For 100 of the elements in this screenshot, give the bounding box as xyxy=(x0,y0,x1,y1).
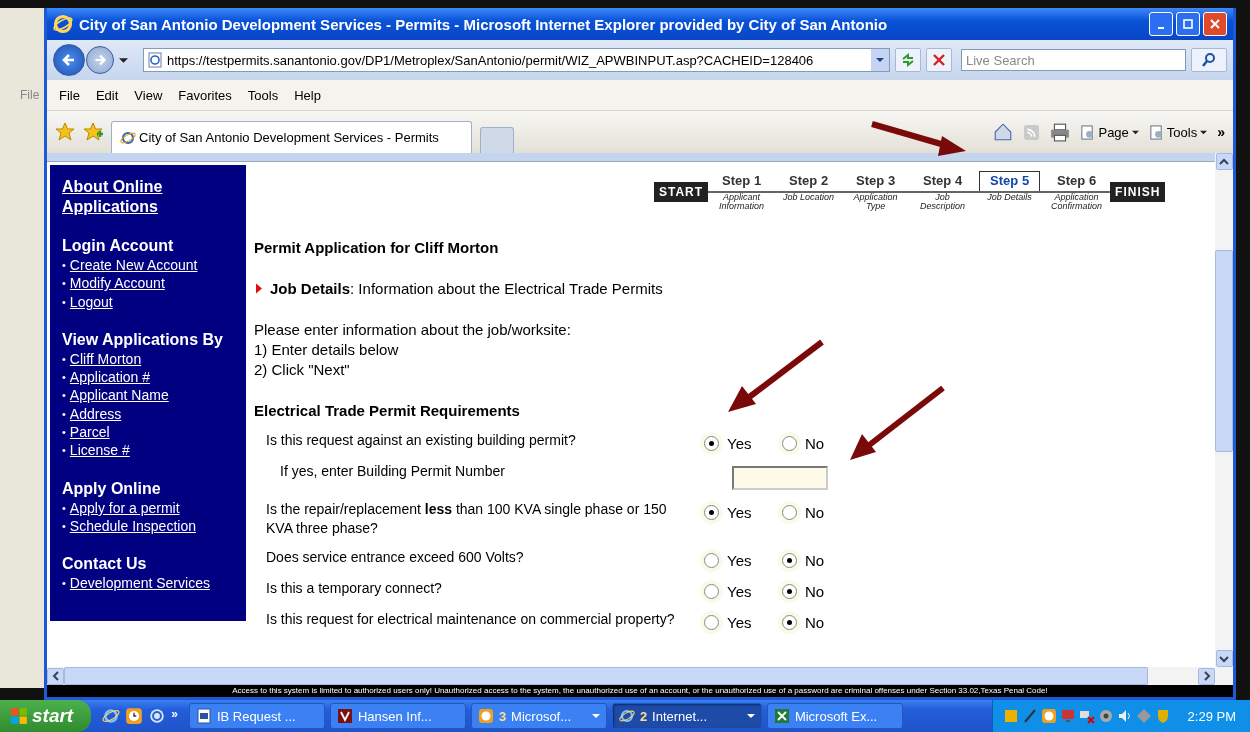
command-button[interactable]: Page xyxy=(1080,124,1139,140)
page-title: Permit Application for Cliff Morton xyxy=(254,239,500,256)
caret-icon[interactable] xyxy=(119,55,128,65)
step-caption: Job Location xyxy=(783,193,835,202)
menu-item[interactable]: Tools xyxy=(239,85,287,105)
sidebar-heading: View Applications By xyxy=(62,329,224,350)
app-icon xyxy=(336,708,353,724)
start-label: START xyxy=(654,182,709,202)
scroll-down-icon[interactable] xyxy=(1219,653,1229,664)
menu-item[interactable]: View xyxy=(126,85,171,105)
caret-icon xyxy=(1200,128,1208,136)
page-icon xyxy=(1080,124,1096,140)
sidebar-link[interactable]: Application # xyxy=(69,368,151,387)
browser-tab[interactable]: City of San Antonio Development Services - Permits xyxy=(111,121,472,153)
favorites-star-icon[interactable] xyxy=(55,122,75,142)
sidebar-link[interactable]: Applicant Name xyxy=(69,386,169,405)
refresh-button[interactable] xyxy=(895,48,921,72)
question-text: If yes, enter Building Permit Number xyxy=(279,462,506,481)
monitor-icon[interactable] xyxy=(1059,708,1076,724)
wizard-step[interactable]: Step 2 Job Location xyxy=(775,171,843,217)
radio-label: No xyxy=(805,435,825,452)
radio-label: Yes xyxy=(727,504,752,521)
taskbar-button[interactable]: 3 Microsof... xyxy=(470,703,607,729)
legal-notice: Access to this system is limited to authorized users only! Unauthorized access to the system, the unauthorized use of an account, or the unauthorized use of a password are criminal offenses under Section 33.02,Texas Penal Code! xyxy=(47,685,1233,697)
tray-icon[interactable] xyxy=(1097,708,1114,724)
network-icon[interactable] xyxy=(1078,708,1095,724)
minimize-icon xyxy=(1158,27,1164,29)
taskbar-button[interactable]: Hansen Inf... xyxy=(329,703,466,729)
minimize-button[interactable] xyxy=(1149,12,1173,36)
menu-item[interactable]: File xyxy=(51,85,88,105)
scroll-left-icon[interactable] xyxy=(50,671,61,681)
radio-label: No xyxy=(805,583,825,600)
clock-time: 2:29 PM xyxy=(1187,708,1236,724)
bullet: • xyxy=(62,351,66,367)
bullet: • xyxy=(62,294,66,310)
horizontal-scrollbar[interactable] xyxy=(47,667,1233,685)
menu-item[interactable]: Favorites xyxy=(170,85,240,105)
bullet: • xyxy=(62,258,66,273)
radio-label: Yes xyxy=(727,614,752,631)
search-icon xyxy=(1201,52,1217,68)
sidebar-link[interactable]: License # xyxy=(69,441,130,460)
home-icon[interactable] xyxy=(993,122,1014,142)
sidebar-link[interactable]: Address xyxy=(69,404,122,424)
bullet: • xyxy=(62,500,66,516)
address-field[interactable]: https://testpermits.sanantonio.gov/DP1/Metroplex/SanAntonio/permit/WIZ_APWBINPUT.asp?CACHEID=128406 xyxy=(143,48,890,72)
triangle-icon xyxy=(256,283,262,294)
permit-number-field[interactable] xyxy=(732,466,828,490)
section-intro: Job Details: Information about the Electrical Trade Permits xyxy=(270,280,663,297)
close-button[interactable] xyxy=(1203,12,1227,36)
document-icon xyxy=(195,708,212,724)
sidebar-link[interactable]: Parcel xyxy=(69,423,110,442)
command-button[interactable]: Tools xyxy=(1148,124,1208,140)
maximize-icon xyxy=(1183,19,1193,29)
radio-label: No xyxy=(805,614,825,631)
search-field[interactable]: Live Search xyxy=(961,49,1186,71)
sidebar-link[interactable]: Logout xyxy=(69,292,113,311)
print-icon[interactable] xyxy=(1050,122,1071,142)
taskbar-button[interactable]: Microsoft Ex... xyxy=(766,703,903,729)
stop-icon xyxy=(931,52,947,68)
sidebar-link[interactable]: Development Services xyxy=(69,574,210,593)
maximize-button[interactable] xyxy=(1176,12,1200,36)
bullet: • xyxy=(62,518,66,534)
forward-button[interactable] xyxy=(86,46,114,74)
scroll-right-icon[interactable] xyxy=(1201,671,1212,681)
back-button[interactable] xyxy=(53,44,85,76)
wizard-step[interactable]: Step 4 Job Description xyxy=(909,171,977,217)
more-commands-button[interactable]: » xyxy=(1217,124,1225,140)
wizard-step[interactable]: Step 6 Application Confirmation xyxy=(1043,171,1111,217)
window-title: City of San Antonio Development Services - Permits - Microsoft Internet Explorer provided by City of San Antonio xyxy=(79,15,889,33)
scroll-up-icon[interactable] xyxy=(1219,156,1229,167)
dropdown-caret-icon[interactable] xyxy=(876,56,884,64)
sidebar-heading: Contact Us xyxy=(62,554,148,575)
bullet: • xyxy=(62,370,66,386)
instruction-text: 1) Enter details below xyxy=(254,340,400,360)
wizard-step[interactable]: Step 5 Job Details xyxy=(976,171,1044,217)
speaker-icon[interactable] xyxy=(1116,708,1133,724)
overflow-chevron[interactable]: » xyxy=(171,707,178,721)
step-caption: Job Details xyxy=(987,193,1032,202)
menu-item[interactable]: Help xyxy=(286,85,329,105)
close-icon xyxy=(1210,19,1220,29)
search-button[interactable] xyxy=(1191,48,1227,72)
menu-item[interactable]: Edit xyxy=(87,85,127,105)
taskbar-button[interactable]: 2 Internet... xyxy=(611,703,762,729)
browser-logo-icon xyxy=(120,129,136,146)
sidebar-link[interactable]: Apply for a permit xyxy=(69,498,180,517)
sidebar-link[interactable]: Modify Account xyxy=(69,274,165,293)
question-text: Is the repair/replacement less than 100 KVA single phase or 150 KVA three phase? xyxy=(266,500,668,538)
add-favorite-icon[interactable] xyxy=(83,122,103,142)
sidebar-link[interactable]: About Online Applications xyxy=(62,177,182,217)
taskbar-button[interactable]: IB Request ... xyxy=(188,703,325,729)
vertical-scrollbar[interactable] xyxy=(1215,153,1233,667)
radio-label: Yes xyxy=(727,552,752,569)
tray-icon[interactable] xyxy=(1021,708,1038,724)
sidebar-link[interactable]: Cliff Morton xyxy=(69,349,142,369)
stop-button[interactable] xyxy=(926,48,952,72)
wizard-step[interactable]: Step 1 Applicant Information xyxy=(708,171,776,217)
sidebar-link[interactable]: Create New Account xyxy=(69,256,198,275)
page-icon xyxy=(147,52,163,68)
wizard-step[interactable]: Step 3 Application Type xyxy=(842,171,910,217)
sidebar-link[interactable]: Schedule Inspection xyxy=(69,516,196,536)
